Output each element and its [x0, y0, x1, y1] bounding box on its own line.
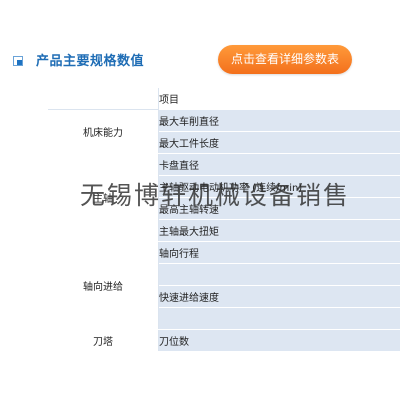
category-turret: 刀塔 — [48, 329, 159, 352]
spec-item: 最高主轴转速 — [158, 197, 369, 220]
spec-sub — [369, 219, 400, 242]
spec-item: 快速进给速度 — [158, 285, 369, 308]
spec-sub: X- — [369, 241, 400, 264]
spec-sub: Z- — [369, 263, 400, 286]
spec-sub — [369, 153, 400, 176]
spec-item: 主轴最大扭矩 — [158, 219, 369, 242]
spec-sub — [369, 131, 400, 154]
table-header-empty — [48, 88, 159, 110]
spec-item — [158, 307, 369, 330]
spec-table: 项目 机床能力 最大车削直径 最大工件长度 主轴 卡盘直径 主轴驱动电动机功率 … — [48, 88, 400, 352]
spec-item — [158, 263, 369, 286]
spec-sub — [369, 197, 400, 220]
column-header-item: 项目 — [158, 88, 369, 110]
spec-sub — [369, 329, 400, 352]
square-bullet-icon — [13, 56, 23, 66]
table-header-row: 项目 — [48, 88, 400, 110]
spec-item: 卡盘直径 — [158, 153, 369, 176]
spec-sub: Z- — [369, 307, 400, 330]
section-title: 产品主要规格数值 — [36, 54, 145, 69]
spec-sub — [369, 109, 400, 132]
category-spindle: 主轴 — [48, 153, 159, 242]
spec-item: 最大工件长度 — [158, 131, 369, 154]
spec-item: 主轴驱动电动机功率 (连续/min) — [158, 175, 369, 198]
spec-sub: X- — [369, 285, 400, 308]
spec-item: 刀位数 — [158, 329, 369, 352]
table-header-sub — [369, 88, 400, 110]
category-axial-feed: 轴向进给 — [48, 241, 159, 330]
table-row: 刀塔 刀位数 — [48, 329, 400, 352]
table-row: 主轴 卡盘直径 — [48, 153, 400, 242]
category-machine-capacity: 机床能力 — [48, 109, 159, 154]
spec-item: 最大车削直径 — [158, 109, 369, 132]
table-row: 轴向进给 轴向行程 X- — [48, 241, 400, 330]
view-detailed-spec-button[interactable]: 点击查看详细参数表 — [218, 45, 352, 74]
spec-item: 轴向行程 — [158, 241, 369, 264]
table-row: 机床能力 最大车削直径 — [48, 109, 400, 154]
spec-sub — [369, 175, 400, 198]
